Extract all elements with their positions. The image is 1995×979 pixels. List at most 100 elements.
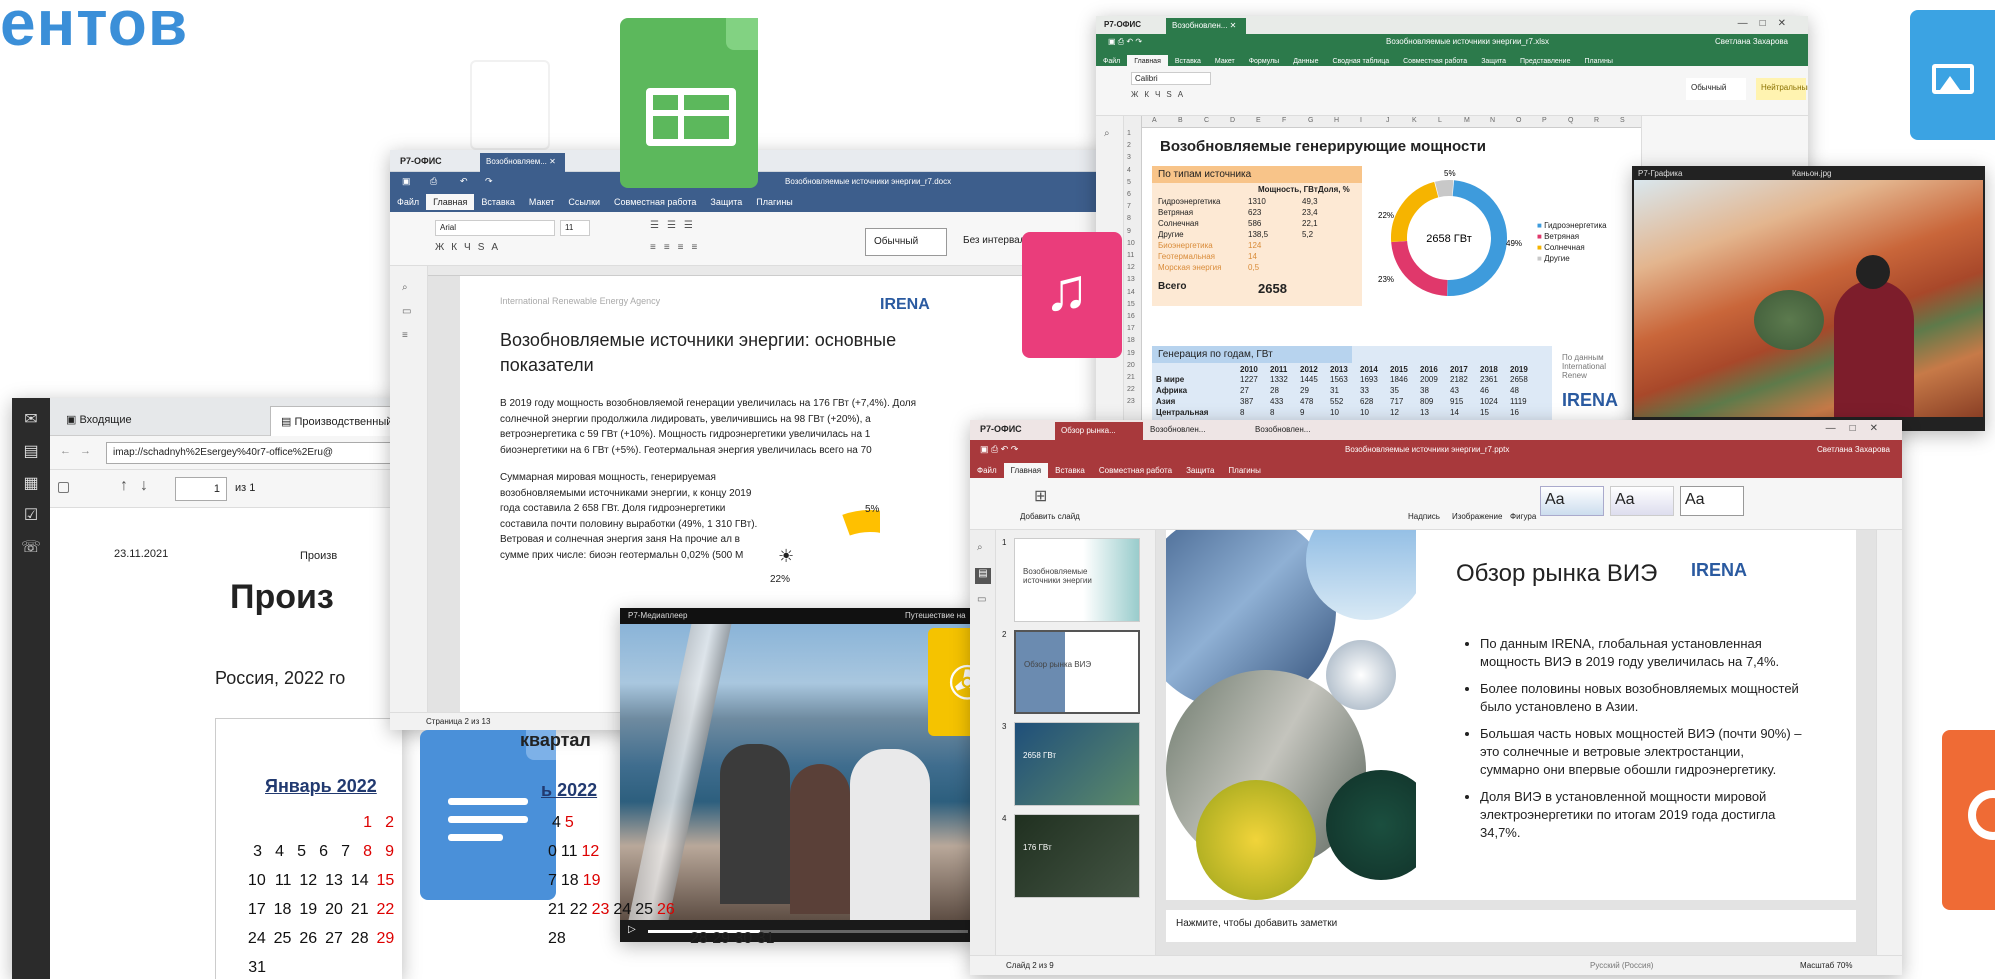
menu-item[interactable]: Файл xyxy=(970,463,1004,478)
save-icon[interactable]: ▣ ⎙ ↶ ↷ xyxy=(1108,37,1142,47)
window-controls[interactable]: —□✕ xyxy=(1826,423,1892,434)
row-header[interactable]: 22 xyxy=(1127,386,1135,393)
row-header[interactable]: 4 xyxy=(1127,167,1131,174)
font-name-select[interactable]: Calibri xyxy=(1131,72,1211,85)
image-button[interactable]: Изображение xyxy=(1452,512,1502,521)
row-header[interactable]: 17 xyxy=(1127,325,1135,332)
row-header[interactable]: 19 xyxy=(1127,350,1135,357)
menu-item[interactable]: Вставка xyxy=(474,194,521,210)
menu-item[interactable]: Макет xyxy=(522,194,561,210)
row-header[interactable]: 7 xyxy=(1127,203,1131,210)
column-header[interactable]: Q xyxy=(1568,117,1573,124)
tab-calendar[interactable]: ▤ Производственный xyxy=(270,406,402,436)
row-header[interactable]: 16 xyxy=(1127,313,1135,320)
menu-item[interactable]: Главная xyxy=(1003,463,1049,478)
chat-icon[interactable]: ☏ xyxy=(12,532,50,564)
theme-2[interactable]: Aa xyxy=(1610,486,1674,516)
theme-3[interactable]: Aa xyxy=(1680,486,1744,516)
language-indicator[interactable]: Русский (Россия) xyxy=(1590,961,1653,970)
row-header[interactable]: 11 xyxy=(1127,252,1134,259)
column-header[interactable]: D xyxy=(1230,117,1235,124)
row-header[interactable]: 20 xyxy=(1127,362,1135,369)
slide-thumbnail[interactable]: 2658 ГВт xyxy=(1014,722,1140,806)
column-header[interactable]: L xyxy=(1438,117,1442,124)
menu-item[interactable]: Совместная работа xyxy=(607,194,703,210)
save-icon[interactable]: ▣ ⎙ ↶ ↷ xyxy=(980,444,1018,455)
mail-icon[interactable]: ✉ xyxy=(12,404,50,436)
next-page-icon[interactable]: ↓ xyxy=(140,477,148,495)
menu-item[interactable]: Защита xyxy=(703,194,749,210)
column-header[interactable]: K xyxy=(1412,117,1417,124)
menu-item[interactable]: Плагины xyxy=(749,194,799,210)
column-header[interactable]: P xyxy=(1542,117,1547,124)
row-header[interactable]: 1 xyxy=(1127,130,1131,137)
menu-item[interactable]: Плагины xyxy=(1221,463,1267,478)
comment-icon[interactable]: ▭ xyxy=(402,306,411,317)
find-icon[interactable]: ⌕ xyxy=(402,282,408,293)
menu-item[interactable]: Файл xyxy=(390,194,426,210)
style-neutral[interactable]: Нейтральный xyxy=(1756,78,1808,100)
slide-thumbnail[interactable]: Возобновляемые источники энергии xyxy=(1014,538,1140,622)
row-header[interactable]: 8 xyxy=(1127,215,1131,222)
row-header[interactable]: 6 xyxy=(1127,191,1131,198)
row-header[interactable]: 5 xyxy=(1127,179,1131,186)
column-header[interactable]: R xyxy=(1594,117,1599,124)
format-buttons[interactable]: ЖКЧSA xyxy=(1131,90,1189,99)
row-header[interactable]: 9 xyxy=(1127,228,1131,235)
column-header[interactable]: M xyxy=(1464,117,1470,124)
calendar-icon[interactable]: ▦ xyxy=(12,468,50,500)
redo-icon[interactable]: ↷ xyxy=(485,176,493,187)
address-book-icon[interactable]: ▤ xyxy=(12,436,50,468)
theme-1[interactable]: Aa xyxy=(1540,486,1604,516)
column-header[interactable]: E xyxy=(1256,117,1261,124)
row-header[interactable]: 10 xyxy=(1127,240,1135,247)
style-normal[interactable]: Обычный xyxy=(1686,78,1746,100)
column-header[interactable]: N xyxy=(1490,117,1495,124)
row-header[interactable]: 23 xyxy=(1127,398,1135,405)
zoom-level[interactable]: Масштаб 70% xyxy=(1800,961,1852,970)
slide-thumbnail[interactable]: Обзор рынка ВИЭ xyxy=(1014,630,1140,714)
column-header[interactable]: S xyxy=(1620,117,1625,124)
font-size-select[interactable]: 11 xyxy=(560,220,590,236)
save-icon[interactable]: ▣ xyxy=(402,176,411,187)
column-header[interactable]: H xyxy=(1334,117,1339,124)
textbox-button[interactable]: Надпись xyxy=(1408,512,1440,521)
font-name-select[interactable]: Arial xyxy=(435,220,555,236)
forward-icon[interactable]: → xyxy=(80,445,91,457)
sheet-doc-tab-2[interactable]: Возобновлен... xyxy=(1150,425,1205,434)
url-input[interactable]: imap://schadnyh%2Esergey%40r7-office%2Er… xyxy=(106,442,402,464)
column-header[interactable]: F xyxy=(1282,117,1286,124)
slide-thumbnail[interactable]: 176 ГВт xyxy=(1014,814,1140,898)
find-icon[interactable]: ⌕ xyxy=(977,542,983,553)
page-input[interactable]: 1 xyxy=(175,477,227,501)
sheet-doc-tab[interactable]: Возобновлен... ✕ xyxy=(1166,18,1246,34)
menu-item[interactable]: Совместная работа xyxy=(1092,463,1179,478)
row-header[interactable]: 12 xyxy=(1127,264,1135,271)
window-controls[interactable]: —□✕ xyxy=(1738,18,1798,29)
menu-item[interactable]: Ссылки xyxy=(561,194,607,210)
undo-icon[interactable]: ↶ xyxy=(460,176,468,187)
writer-doc-tab[interactable]: Возобновляем... ✕ xyxy=(480,153,565,172)
sidebar-toggle-icon[interactable] xyxy=(58,480,69,498)
back-icon[interactable]: ← xyxy=(60,445,71,457)
column-header[interactable]: J xyxy=(1386,117,1390,124)
row-header[interactable]: 21 xyxy=(1127,374,1135,381)
row-header[interactable]: 14 xyxy=(1127,289,1135,296)
menu-item[interactable]: Вставка xyxy=(1048,463,1092,478)
prev-page-icon[interactable]: ↑ xyxy=(120,477,128,495)
add-slide-button[interactable]: Добавить слайд xyxy=(1020,512,1080,521)
print-icon[interactable]: ⎙ xyxy=(430,176,437,187)
list-buttons[interactable]: ☰☰☰ xyxy=(650,220,701,231)
align-buttons[interactable]: ≡≡≡≡ xyxy=(650,242,705,253)
writer-doc-tab-2[interactable]: Возобновлен... xyxy=(1255,425,1310,434)
column-header[interactable]: A xyxy=(1152,117,1157,124)
row-header[interactable]: 18 xyxy=(1127,337,1135,344)
row-header[interactable]: 3 xyxy=(1127,154,1131,161)
row-header[interactable]: 15 xyxy=(1127,301,1135,308)
menu-item[interactable]: Защита xyxy=(1179,463,1221,478)
tasks-icon[interactable]: ☑ xyxy=(12,500,50,532)
format-buttons[interactable]: ЖКЧSA xyxy=(435,242,505,253)
chat-icon[interactable]: ≡ xyxy=(402,330,408,341)
column-header[interactable]: O xyxy=(1516,117,1521,124)
notes-field[interactable]: Нажмите, чтобы добавить заметки xyxy=(1166,910,1856,942)
